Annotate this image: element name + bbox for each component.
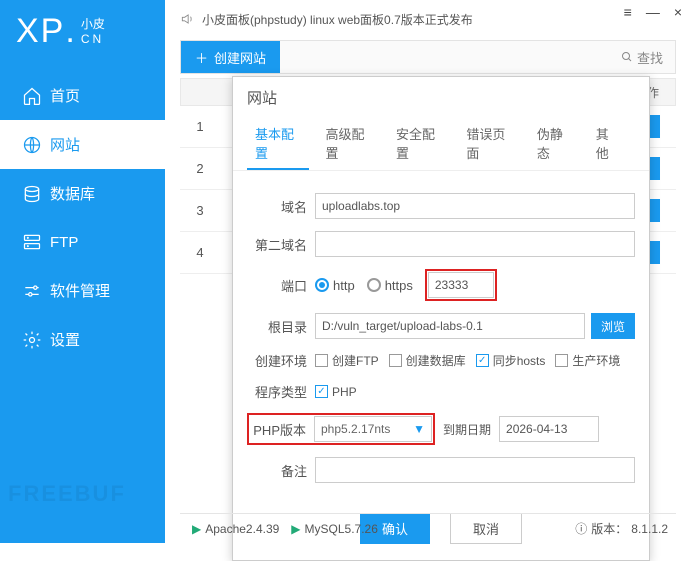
label-port: 端口 [247, 276, 307, 295]
search-label: 查找 [637, 48, 663, 67]
tab-other[interactable]: 其他 [588, 118, 627, 170]
website-modal: 网站 基本配置 高级配置 安全配置 错误页面 伪静态 其他 域名 第二域名 端口… [232, 76, 650, 561]
browse-button[interactable]: 浏览 [591, 313, 635, 339]
check-php[interactable]: ✓PHP [315, 385, 357, 399]
sidebar-item-label: 网站 [50, 134, 80, 155]
chevron-down-icon: ▼ [413, 422, 425, 436]
sidebar-item-software[interactable]: 软件管理 [0, 266, 165, 315]
sidebar-item-label: 数据库 [50, 183, 95, 204]
sidebar: XP . 小皮 CN 首页 网站 数据库 FTP 软件管理 设置 [0, 0, 165, 543]
mysql-indicator-icon: ▶ [291, 522, 300, 536]
status-bar: ▶ Apache2.4.39 ▶ MySQL5.7.26 ⓘ 版本： 8.1.1… [180, 513, 676, 537]
titlebar: 小皮面板(phpstudy) linux web面板0.7版本正式发布 [180, 6, 680, 32]
expire-input[interactable] [499, 416, 599, 442]
domain-input[interactable] [315, 193, 635, 219]
label-expire: 到期日期 [443, 421, 491, 438]
create-website-button[interactable]: ＋创建网站 [181, 41, 280, 73]
tab-error[interactable]: 错误页面 [458, 118, 520, 170]
check-prod[interactable]: 生产环境 [555, 352, 620, 369]
window-controls: ≡ — × [624, 4, 682, 20]
announcement-text[interactable]: 小皮面板(phpstudy) linux web面板0.7版本正式发布 [202, 11, 473, 28]
modal-form: 域名 第二域名 端口 http https 根目录 浏览 [233, 171, 649, 499]
logo-cn: CN [81, 32, 105, 47]
port-input[interactable] [428, 272, 494, 298]
close-icon[interactable]: × [674, 4, 682, 20]
watermark: FREEBUF [8, 481, 126, 507]
status-mysql[interactable]: MySQL5.7.26 [305, 522, 378, 536]
label-env: 创建环境 [247, 351, 307, 370]
tab-basic[interactable]: 基本配置 [247, 118, 309, 170]
phpver-highlight: PHP版本 php5.2.17nts ▼ [247, 413, 435, 445]
globe-icon [22, 135, 48, 155]
check-db[interactable]: 创建数据库 [389, 352, 466, 369]
second-domain-input[interactable] [315, 231, 635, 257]
search-button[interactable]: 查找 [621, 48, 675, 67]
apache-indicator-icon: ▶ [192, 522, 201, 536]
label-phpver: PHP版本 [250, 420, 306, 439]
sliders-icon [22, 281, 48, 301]
menu-icon[interactable]: ≡ [624, 4, 632, 20]
tab-security[interactable]: 安全配置 [388, 118, 450, 170]
root-input[interactable] [315, 313, 585, 339]
modal-title: 网站 [233, 77, 649, 118]
server-icon [22, 232, 48, 252]
tab-rewrite[interactable]: 伪静态 [529, 118, 580, 170]
sidebar-item-label: 软件管理 [50, 280, 110, 301]
sidebar-item-ftp[interactable]: FTP [0, 218, 165, 266]
label-domain: 域名 [247, 197, 307, 216]
logo-small: 小皮 [81, 17, 105, 32]
sidebar-item-database[interactable]: 数据库 [0, 169, 165, 218]
version-label: 版本： [591, 520, 627, 537]
label-note: 备注 [247, 461, 307, 480]
minimize-icon[interactable]: — [646, 4, 660, 20]
label-type: 程序类型 [247, 382, 307, 401]
sidebar-item-home[interactable]: 首页 [0, 71, 165, 120]
database-icon [22, 184, 48, 204]
sidebar-item-label: 首页 [50, 85, 80, 106]
status-apache[interactable]: Apache2.4.39 [205, 522, 279, 536]
info-icon: ⓘ [575, 520, 587, 537]
check-hosts[interactable]: ✓同步hosts [476, 352, 546, 369]
sidebar-item-label: FTP [50, 234, 78, 251]
check-ftp[interactable]: 创建FTP [315, 352, 379, 369]
speaker-icon [180, 12, 194, 26]
phpver-select[interactable]: php5.2.17nts ▼ [314, 416, 432, 442]
radio-https[interactable]: https [367, 278, 413, 293]
radio-http[interactable]: http [315, 278, 355, 293]
create-label: 创建网站 [214, 48, 266, 67]
toolbar: ＋创建网站 查找 [180, 40, 676, 74]
version-value: 8.1.1.2 [631, 522, 668, 536]
home-icon [22, 86, 48, 106]
sidebar-item-settings[interactable]: 设置 [0, 315, 165, 364]
port-highlight [425, 269, 497, 301]
label-root: 根目录 [247, 317, 307, 336]
gear-icon [22, 330, 48, 350]
tab-advanced[interactable]: 高级配置 [317, 118, 379, 170]
note-input[interactable] [315, 457, 635, 483]
label-second-domain: 第二域名 [247, 235, 307, 254]
modal-tabs: 基本配置 高级配置 安全配置 错误页面 伪静态 其他 [233, 118, 649, 171]
sidebar-item-label: 设置 [50, 329, 80, 350]
logo-xp: XP [16, 12, 65, 51]
sidebar-item-website[interactable]: 网站 [0, 120, 165, 169]
logo-dot: . [65, 12, 74, 51]
nav: 首页 网站 数据库 FTP 软件管理 设置 [0, 71, 165, 364]
logo: XP . 小皮 CN [0, 0, 165, 63]
